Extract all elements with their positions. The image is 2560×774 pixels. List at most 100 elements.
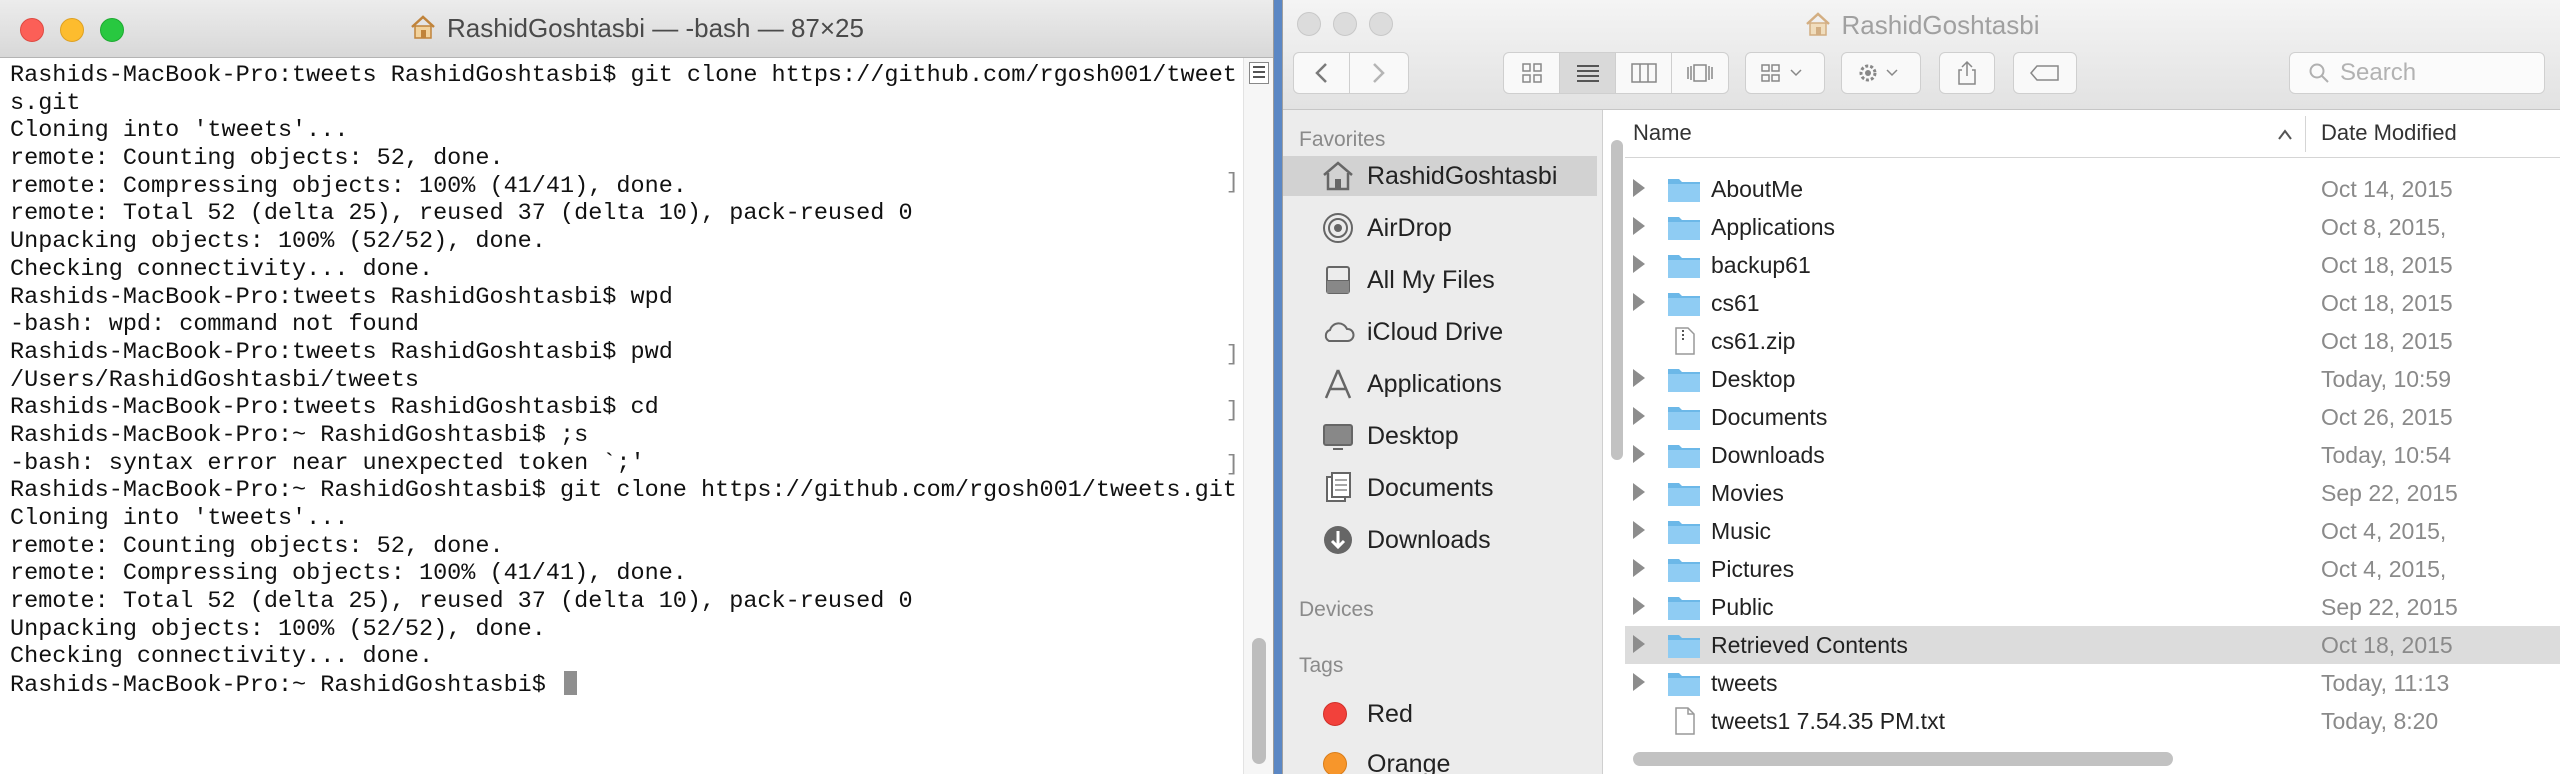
disclosure-triangle-icon[interactable] (1633, 635, 1645, 653)
column-view-button[interactable] (1616, 53, 1672, 93)
bracket-mark: ] (1225, 342, 1239, 367)
file-date: Oct 4, 2015, (2321, 518, 2447, 544)
list-header: Name Date Modified (1625, 110, 2560, 158)
terminal-line: remote: Total 52 (delta 25), reused 37 (… (10, 200, 913, 228)
folder-icon (1667, 479, 1701, 507)
cover-flow-button[interactable] (1672, 53, 1728, 93)
terminal-output[interactable]: Rashids-MacBook-Pro:tweets RashidGoshtas… (0, 58, 1244, 774)
file-date: Oct 18, 2015 (2321, 328, 2453, 354)
column-header-date-modified[interactable]: Date Modified (2321, 120, 2457, 146)
sidebar-item-desktop[interactable]: Desktop (1283, 416, 1597, 456)
sidebar-scroll-thumb[interactable] (1611, 140, 1623, 460)
view-mode-segment (1503, 52, 1729, 94)
home-icon (1323, 161, 1353, 191)
terminal-line: Rashids-MacBook-Pro:~ RashidGoshtasbi$ ;… (10, 421, 589, 449)
table-row[interactable]: Retrieved Contents Oct 18, 2015 (1625, 626, 2560, 664)
disclosure-triangle-icon[interactable] (1633, 559, 1645, 577)
orange-tag-icon (1323, 752, 1347, 774)
tags-heading: Tags (1299, 654, 1344, 677)
disclosure-triangle-icon[interactable] (1633, 445, 1645, 463)
horizontal-scroll-thumb[interactable] (1633, 752, 2173, 766)
disclosure-triangle-icon[interactable] (1633, 293, 1645, 311)
sidebar-item-label: RashidGoshtasbi (1367, 161, 1558, 190)
table-row[interactable]: Public Sep 22, 2015 (1625, 588, 2560, 626)
table-row[interactable]: Movies Sep 22, 2015 (1625, 474, 2560, 512)
disclosure-triangle-icon[interactable] (1633, 597, 1645, 615)
folder-icon (1667, 213, 1701, 241)
documents-icon (1326, 472, 1351, 502)
file-date: Today, 8:20 (2321, 708, 2439, 734)
file-name: cs61 (1711, 290, 1760, 316)
table-row[interactable]: Pictures Oct 4, 2015, (1625, 550, 2560, 588)
disclosure-triangle-icon[interactable] (1633, 521, 1645, 539)
disclosure-triangle-icon[interactable] (1633, 407, 1645, 425)
forward-button[interactable] (1350, 53, 1406, 93)
file-name: Applications (1711, 214, 1836, 240)
column-divider[interactable] (2305, 116, 2306, 152)
sidebar-item-home[interactable]: RashidGoshtasbi (1283, 156, 1597, 196)
terminal-line: s.git (10, 89, 81, 117)
sidebar-item-downloads[interactable]: Downloads (1283, 520, 1597, 560)
terminal-scrollbar[interactable] (1243, 58, 1273, 774)
table-row[interactable]: AboutMe Oct 14, 2015 (1625, 170, 2560, 208)
table-row[interactable]: cs61.zip Oct 18, 2015 (1625, 322, 2560, 360)
disclosure-triangle-icon[interactable] (1633, 673, 1645, 691)
icon-view-button[interactable] (1504, 53, 1560, 93)
cover-flow-icon (1687, 64, 1713, 82)
terminal-line: -bash: wpd: command not found (10, 311, 419, 339)
sidebar-item-airdrop[interactable]: AirDrop (1283, 208, 1597, 248)
disclosure-triangle-icon[interactable] (1633, 179, 1645, 197)
file-name: Documents (1711, 404, 1828, 430)
disclosure-triangle-icon[interactable] (1633, 255, 1645, 273)
terminal-cursor (564, 671, 577, 696)
terminal-line: Unpacking objects: 100% (52/52), done. (10, 228, 546, 256)
file-name: tweets1 7.54.35 PM.txt (1711, 708, 1945, 734)
scroll-thumb[interactable] (1252, 638, 1266, 764)
folder-icon (1667, 289, 1701, 317)
file-date: Today, 11:13 (2321, 670, 2450, 696)
sidebar-tag-orange[interactable]: Orange (1283, 744, 1597, 774)
file-date: Today, 10:59 (2321, 366, 2452, 392)
column-header-name[interactable]: Name (1633, 120, 1692, 146)
tags-button[interactable] (2013, 52, 2077, 94)
action-button[interactable] (1841, 52, 1921, 94)
folder-icon (1667, 555, 1701, 583)
sidebar-tag-red[interactable]: Red (1283, 694, 1597, 734)
table-row[interactable]: tweets1 7.54.35 PM.txt Today, 8:20 (1625, 702, 2560, 740)
table-row[interactable]: Desktop Today, 10:59 (1625, 360, 2560, 398)
sidebar-item-all-my-files[interactable]: All My Files (1283, 260, 1597, 300)
file-name: Downloads (1711, 442, 1825, 468)
search-field[interactable]: Search (2289, 52, 2545, 94)
disclosure-triangle-icon[interactable] (1633, 369, 1645, 387)
table-row[interactable]: backup61 Oct 18, 2015 (1625, 246, 2560, 284)
split-pane-icon[interactable] (1249, 62, 1269, 84)
folder-icon (1667, 669, 1701, 697)
back-button[interactable] (1294, 53, 1350, 93)
share-button[interactable] (1939, 52, 1995, 94)
sidebar-item-documents[interactable]: Documents (1283, 468, 1597, 508)
table-row[interactable]: Downloads Today, 10:54 (1625, 436, 2560, 474)
sidebar-item-label: Documents (1367, 473, 1494, 502)
sidebar-item-icloud-drive[interactable]: iCloud Drive (1283, 312, 1597, 352)
table-row[interactable]: Music Oct 4, 2015, (1625, 512, 2560, 550)
table-row[interactable]: Applications Oct 8, 2015, (1625, 208, 2560, 246)
table-row[interactable]: cs61 Oct 18, 2015 (1625, 284, 2560, 322)
nav-buttons (1293, 52, 1409, 94)
terminal-line: Rashids-MacBook-Pro:~ RashidGoshtasbi$ g… (10, 477, 1237, 505)
table-row[interactable]: Documents Oct 26, 2015 (1625, 398, 2560, 436)
file-name: cs61.zip (1711, 328, 1796, 354)
search-placeholder: Search (2340, 59, 2417, 86)
sort-ascending-icon[interactable] (2277, 128, 2293, 142)
terminal-line: Rashids-MacBook-Pro:tweets RashidGoshtas… (10, 394, 659, 422)
terminal-title: RashidGoshtasbi — -bash — 87×25 (0, 13, 1273, 44)
list-view-button[interactable] (1560, 53, 1616, 93)
gear-icon (1859, 64, 1898, 82)
disclosure-triangle-icon[interactable] (1633, 483, 1645, 501)
sidebar-item-applications[interactable]: Applications (1283, 364, 1597, 404)
table-row[interactable]: tweets Today, 11:13 (1625, 664, 2560, 702)
disclosure-triangle-icon[interactable] (1633, 217, 1645, 235)
folder-icon (1667, 403, 1701, 431)
finder-sidebar: Favorites RashidGoshtasbi AirDrop All My… (1283, 110, 1603, 774)
arrange-button[interactable] (1745, 52, 1825, 94)
file-name: Desktop (1711, 366, 1796, 392)
